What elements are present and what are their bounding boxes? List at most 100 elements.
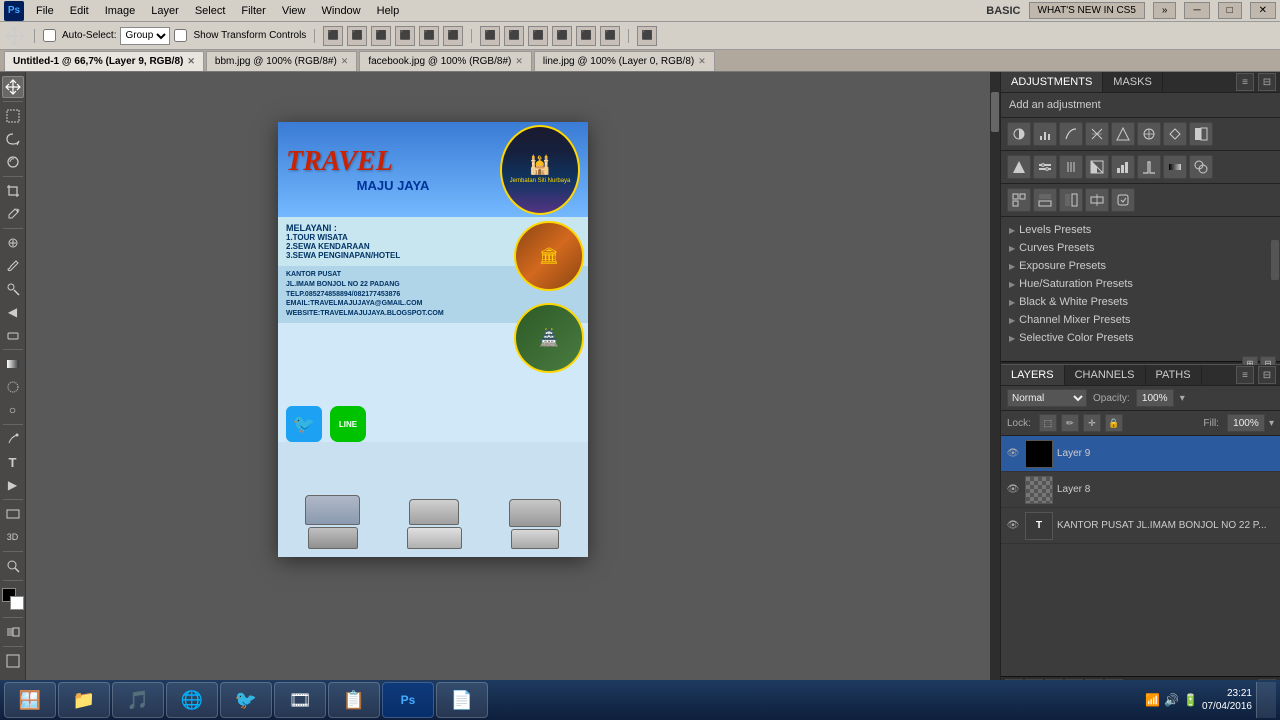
- hue-sat-icon[interactable]: [1137, 122, 1161, 146]
- lock-all-icon[interactable]: 🔒: [1105, 414, 1123, 432]
- tab-channels[interactable]: CHANNELS: [1065, 365, 1146, 385]
- adj-icon-group2[interactable]: [1033, 188, 1057, 212]
- taskbar-twitter[interactable]: 🐦: [220, 682, 272, 718]
- auto-select-dropdown[interactable]: Group Layer: [120, 27, 170, 45]
- adj-scroll-thumb[interactable]: [1271, 240, 1279, 280]
- channel-mixer-icon[interactable]: [1033, 155, 1057, 179]
- lock-pixels-icon[interactable]: ✏: [1061, 414, 1079, 432]
- adj-scroll-area[interactable]: [1001, 351, 1280, 361]
- invert-icon[interactable]: [1085, 155, 1109, 179]
- auto-select-checkbox[interactable]: [43, 29, 56, 42]
- minimize-button[interactable]: ─: [1184, 2, 1209, 19]
- bw-icon[interactable]: [1189, 122, 1213, 146]
- taskbar-browser[interactable]: 🌐: [166, 682, 218, 718]
- selective-color-icon[interactable]: [1189, 155, 1213, 179]
- threshold-icon[interactable]: [1137, 155, 1161, 179]
- layer-row-kantor[interactable]: 👁 T KANTOR PUSAT JL.IMAM BONJOL NO 22 P.…: [1001, 508, 1280, 544]
- taskbar-video[interactable]: 🎞: [274, 682, 326, 718]
- taskbar-docs[interactable]: 📋: [328, 682, 380, 718]
- layer9-visibility[interactable]: 👁: [1005, 446, 1021, 462]
- adj-icon-group3[interactable]: [1059, 188, 1083, 212]
- gradient-map-icon[interactable]: [1163, 155, 1187, 179]
- marquee-tool[interactable]: [2, 105, 24, 127]
- fill-input[interactable]: [1227, 414, 1265, 432]
- brightness-contrast-icon[interactable]: [1007, 122, 1031, 146]
- align-center-icon[interactable]: ⬛: [347, 26, 367, 46]
- layers-layout-icon[interactable]: ⊟: [1258, 366, 1276, 384]
- whats-new-button[interactable]: WHAT'S NEW IN CS5: [1029, 2, 1145, 19]
- align-bottom-icon[interactable]: ⬛: [443, 26, 463, 46]
- eraser-tool[interactable]: [2, 324, 24, 346]
- healing-brush-tool[interactable]: [2, 232, 24, 254]
- tab-facebook[interactable]: facebook.jpg @ 100% (RGB/8#) ✕: [359, 51, 532, 71]
- distribute-middle-icon[interactable]: ⬛: [576, 26, 596, 46]
- rectangle-tool[interactable]: [2, 503, 24, 525]
- color-swatches[interactable]: [2, 588, 24, 610]
- layer8-visibility[interactable]: 👁: [1005, 482, 1021, 498]
- exposure-icon[interactable]: [1085, 122, 1109, 146]
- menu-help[interactable]: Help: [369, 3, 408, 19]
- distribute-right-icon[interactable]: ⬛: [528, 26, 548, 46]
- adj-levels-presets[interactable]: ▶ Levels Presets: [1001, 221, 1280, 239]
- menu-select[interactable]: Select: [187, 3, 234, 19]
- switch-workspace-button[interactable]: »: [1153, 2, 1177, 19]
- photo-filter-icon[interactable]: [1007, 155, 1031, 179]
- quick-mask-tool[interactable]: [2, 621, 24, 643]
- curves-icon[interactable]: [1059, 122, 1083, 146]
- history-brush-tool[interactable]: ◀: [2, 301, 24, 323]
- adj-curves-presets[interactable]: ▶ Curves Presets: [1001, 239, 1280, 257]
- vertical-scrollbar[interactable]: [990, 72, 1000, 698]
- menu-image[interactable]: Image: [97, 3, 144, 19]
- kantor-visibility[interactable]: 👁: [1005, 518, 1021, 534]
- path-selection-tool[interactable]: ▶: [2, 474, 24, 496]
- brush-tool[interactable]: [2, 255, 24, 277]
- crop-tool[interactable]: [2, 180, 24, 202]
- adj-channel-presets[interactable]: ▶ Channel Mixer Presets: [1001, 311, 1280, 329]
- adj-icon-group5[interactable]: [1111, 188, 1135, 212]
- lasso-tool[interactable]: [2, 128, 24, 150]
- distribute-bottom-icon[interactable]: ⬛: [600, 26, 620, 46]
- type-tool[interactable]: T: [2, 451, 24, 473]
- close-button[interactable]: ✕: [1250, 2, 1276, 19]
- vibrance-icon[interactable]: [1111, 122, 1135, 146]
- eyedropper-tool[interactable]: [2, 203, 24, 225]
- blur-tool[interactable]: [2, 376, 24, 398]
- align-middle-icon[interactable]: ⬛: [419, 26, 439, 46]
- tab-line[interactable]: line.jpg @ 100% (Layer 0, RGB/8) ✕: [534, 51, 715, 71]
- menu-layer[interactable]: Layer: [143, 3, 187, 19]
- panel-layout-icon[interactable]: ⊟: [1258, 73, 1276, 91]
- tab-layers[interactable]: LAYERS: [1001, 365, 1065, 385]
- zoom-tool[interactable]: [2, 555, 24, 577]
- screen-mode-button[interactable]: [2, 650, 24, 672]
- levels-icon[interactable]: [1033, 122, 1057, 146]
- tab-facebook-close[interactable]: ✕: [515, 56, 523, 67]
- layer-row-layer9[interactable]: 👁 Layer 9: [1001, 436, 1280, 472]
- adj-exposure-presets[interactable]: ▶ Exposure Presets: [1001, 257, 1280, 275]
- blend-mode-select[interactable]: Normal Multiply Screen: [1007, 389, 1087, 407]
- color-balance-icon[interactable]: [1163, 122, 1187, 146]
- taskbar-start[interactable]: 🪟: [4, 682, 56, 718]
- color-lookup-icon[interactable]: [1059, 155, 1083, 179]
- panel-options-icon[interactable]: ≡: [1236, 73, 1254, 91]
- background-color[interactable]: [10, 596, 24, 610]
- adj-icon-group4[interactable]: [1085, 188, 1109, 212]
- align-right-icon[interactable]: ⬛: [371, 26, 391, 46]
- clone-stamp-tool[interactable]: [2, 278, 24, 300]
- dodge-tool[interactable]: ○: [2, 399, 24, 421]
- posterize-icon[interactable]: [1111, 155, 1135, 179]
- taskbar-notepad[interactable]: 📄: [436, 682, 488, 718]
- gradient-tool[interactable]: [2, 353, 24, 375]
- tab-untitled1-close[interactable]: ✕: [187, 56, 195, 67]
- align-top-icon[interactable]: ⬛: [395, 26, 415, 46]
- lock-transparent-icon[interactable]: ⬚: [1039, 414, 1057, 432]
- distribute-top-icon[interactable]: ⬛: [552, 26, 572, 46]
- adj-selective-presets[interactable]: ▶ Selective Color Presets: [1001, 329, 1280, 347]
- distribute-left-icon[interactable]: ⬛: [480, 26, 500, 46]
- tab-bbm-close[interactable]: ✕: [341, 56, 349, 67]
- adj-bw-presets[interactable]: ▶ Black & White Presets: [1001, 293, 1280, 311]
- move-tool[interactable]: [2, 76, 24, 98]
- tab-adjustments[interactable]: ADJUSTMENTS: [1001, 72, 1103, 92]
- tab-masks[interactable]: MASKS: [1103, 72, 1163, 92]
- show-transform-checkbox[interactable]: [174, 29, 187, 42]
- maximize-button[interactable]: □: [1218, 2, 1242, 19]
